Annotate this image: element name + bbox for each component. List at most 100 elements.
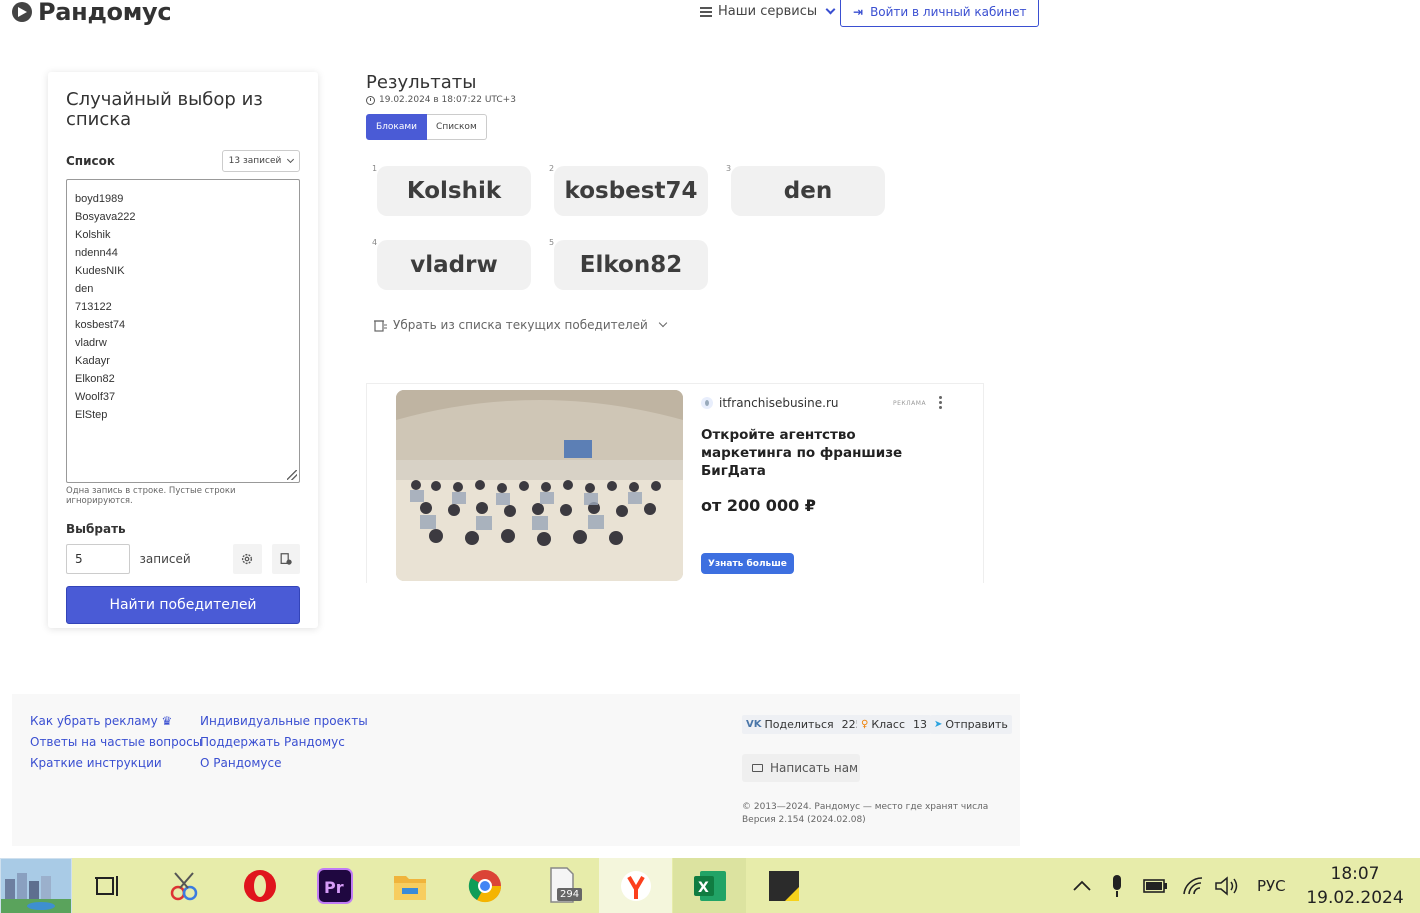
list-icon bbox=[700, 6, 712, 17]
ad-label: РЕКЛАМА bbox=[893, 400, 927, 407]
pick-unit: записей bbox=[139, 552, 191, 566]
snipping-tool-icon[interactable] bbox=[162, 858, 206, 913]
list-entry: Kadayr bbox=[75, 355, 110, 367]
ok-icon: ♀ bbox=[861, 719, 869, 730]
language-indicator[interactable]: РУС bbox=[1257, 858, 1297, 913]
ad-cta-button[interactable]: Узнать больше bbox=[701, 553, 794, 574]
desktop-thumbnail[interactable] bbox=[0, 858, 72, 913]
yandex-browser-icon[interactable] bbox=[599, 858, 672, 913]
footer-column: Как убрать рекламу ♛ Ответы на частые во… bbox=[30, 714, 202, 771]
settings-button[interactable] bbox=[233, 544, 262, 574]
list-textarea[interactable]: boyd1989 Bosyava222 Kolshik ndenn44 Kude… bbox=[66, 179, 300, 483]
resize-handle[interactable] bbox=[287, 470, 297, 480]
view-blocks-button[interactable]: Блоками bbox=[366, 114, 428, 140]
share-vk-button[interactable]: VK Поделиться 2251 bbox=[742, 715, 874, 734]
favicon-icon bbox=[701, 397, 713, 409]
list-entry: vladrw bbox=[75, 337, 107, 349]
settings-card: Случайный выбор из списка Список 13 запи… bbox=[48, 72, 318, 628]
chevron-down-icon bbox=[658, 318, 668, 328]
version-text: Версия 2.154 (2024.02.08) bbox=[742, 815, 866, 825]
gear-icon bbox=[242, 553, 253, 565]
clear-list-button[interactable] bbox=[271, 544, 300, 574]
results-timestamp: 19.02.2024 в 18:07:22 UTC+3 bbox=[366, 95, 516, 105]
share-ok-count: 13 bbox=[913, 718, 928, 731]
logo[interactable]: Рандомус bbox=[12, 0, 172, 26]
winner-name: den bbox=[783, 178, 833, 204]
view-list-button[interactable]: Списком bbox=[427, 114, 487, 140]
login-button[interactable]: ⇥ Войти в личный кабинет bbox=[840, 0, 1040, 27]
entries-count-select[interactable]: 13 записей bbox=[222, 150, 300, 172]
list-entry: Woolf37 bbox=[75, 391, 116, 403]
footer-link[interactable]: Поддержать Рандомус bbox=[200, 735, 368, 750]
pick-count-input[interactable]: 5 bbox=[66, 544, 130, 574]
svg-text:X: X bbox=[698, 880, 709, 896]
telegram-icon: ➤ bbox=[934, 719, 943, 730]
list-entry: Kolshik bbox=[75, 229, 111, 241]
results-header: Результаты 19.02.2024 в 18:07:22 UTC+3 Б… bbox=[366, 72, 516, 140]
timestamp-text: 19.02.2024 в 18:07:22 UTC+3 bbox=[379, 95, 516, 105]
sticky-notes-icon[interactable] bbox=[762, 858, 806, 913]
excel-icon[interactable]: X bbox=[673, 858, 746, 913]
premiere-icon[interactable]: Pr bbox=[313, 858, 357, 913]
winner-index: 1 bbox=[372, 164, 378, 173]
remove-winners-toggle[interactable]: Убрать из списка текущих победителей bbox=[373, 318, 668, 332]
badge-count: 294 bbox=[557, 888, 583, 901]
footer: Как убрать рекламу ♛ Ответы на частые во… bbox=[12, 694, 1020, 846]
wifi-icon[interactable] bbox=[1182, 858, 1208, 913]
list-entry: kosbest74 bbox=[75, 319, 126, 331]
list-hint: Одна запись в строке. Пустые строки игно… bbox=[66, 486, 236, 506]
chevron-up-icon[interactable] bbox=[1072, 858, 1096, 913]
winners-grid: 1 Kolshik 2 kosbest74 3 den 4 vladrw 5 E… bbox=[366, 160, 906, 300]
write-us-label: Написать нам bbox=[770, 761, 859, 775]
ad-block[interactable]: itfranchisebusine.ru РЕКЛАМА Откройте аг… bbox=[366, 383, 984, 583]
share-tg-label: Отправить bbox=[945, 718, 1008, 731]
footer-link[interactable]: Индивидуальные проекты bbox=[200, 714, 368, 729]
results-title: Результаты bbox=[366, 72, 477, 93]
copyright-text: © 2013—2024. Рандомус — место где хранят… bbox=[742, 802, 989, 812]
more-options-icon[interactable] bbox=[939, 396, 943, 411]
write-us-button[interactable]: Написать нам bbox=[742, 754, 860, 782]
share-vk-label: Поделиться bbox=[764, 718, 834, 731]
footer-link[interactable]: Ответы на частые вопросы bbox=[30, 735, 202, 750]
system-clock[interactable]: 18:07 19.02.2024 bbox=[1300, 862, 1410, 910]
copyright: © 2013—2024. Рандомус — место где хранят… bbox=[742, 801, 988, 827]
ad-image[interactable] bbox=[396, 390, 683, 581]
list-entry: Bosyava222 bbox=[75, 211, 136, 223]
taskbar: Pr 294 X РУС 18:07 19.02.2024 bbox=[0, 858, 1420, 913]
footer-link[interactable]: Как убрать рекламу ♛ bbox=[30, 714, 202, 729]
ad-price: от 200 000 ₽ bbox=[701, 496, 816, 515]
winner-card: 2 kosbest74 bbox=[549, 164, 708, 216]
share-ok-button[interactable]: ♀ Класс 13 bbox=[857, 715, 932, 734]
footer-link[interactable]: Краткие инструкции bbox=[30, 756, 202, 771]
footer-link[interactable]: О Рандомусе bbox=[200, 756, 368, 771]
list-entry: ElStep bbox=[75, 409, 108, 421]
document-delete-icon bbox=[280, 553, 292, 565]
opera-icon[interactable] bbox=[238, 858, 282, 913]
task-view-icon[interactable] bbox=[86, 858, 130, 913]
share-telegram-button[interactable]: ➤ Отправить bbox=[930, 715, 1012, 734]
list-entry: KudesNIK bbox=[75, 265, 125, 277]
find-winners-button[interactable]: Найти победителей bbox=[66, 586, 300, 624]
envelope-icon bbox=[752, 764, 763, 772]
file-explorer-icon[interactable] bbox=[388, 858, 432, 913]
clock-date: 19.02.2024 bbox=[1306, 888, 1404, 908]
chrome-icon[interactable] bbox=[463, 858, 507, 913]
footer-column: Индивидуальные проекты Поддержать Рандом… bbox=[200, 714, 368, 771]
svg-text:Pr: Pr bbox=[324, 878, 344, 897]
microphone-icon[interactable] bbox=[1110, 858, 1130, 913]
winner-name: Kolshik bbox=[406, 178, 502, 204]
winner-name: Elkon82 bbox=[579, 252, 683, 278]
volume-icon[interactable] bbox=[1214, 858, 1242, 913]
battery-icon[interactable] bbox=[1141, 858, 1171, 913]
chevron-down-icon bbox=[287, 155, 295, 164]
winner-index: 3 bbox=[726, 164, 732, 173]
services-menu[interactable]: Наши сервисы bbox=[700, 4, 836, 19]
list-entry: 713122 bbox=[75, 301, 112, 313]
ad-domain[interactable]: itfranchisebusine.ru bbox=[701, 396, 838, 410]
chevron-down-icon bbox=[825, 4, 836, 15]
document-icon[interactable]: 294 bbox=[540, 858, 584, 913]
card-title: Случайный выбор из списка bbox=[66, 89, 263, 130]
winner-index: 5 bbox=[549, 238, 555, 247]
winner-index: 2 bbox=[549, 164, 555, 173]
ad-headline[interactable]: Откройте агентство маркетинга по франшиз… bbox=[701, 426, 951, 480]
